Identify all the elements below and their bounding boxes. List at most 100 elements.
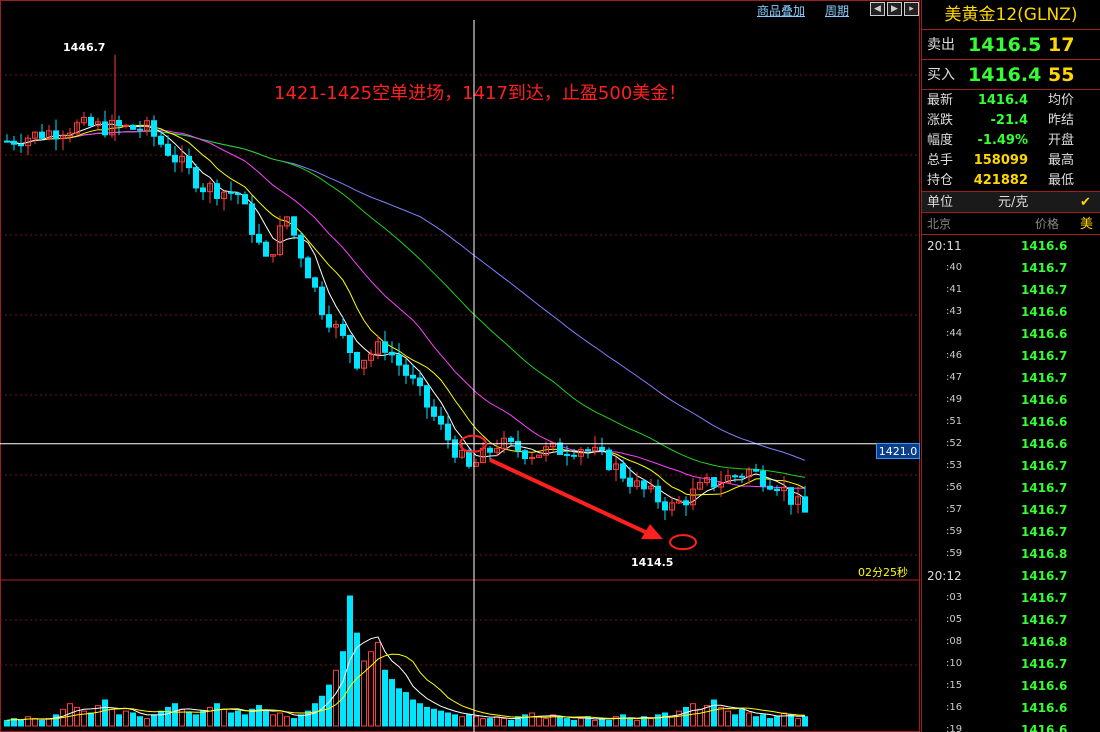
candle-body bbox=[312, 277, 318, 288]
candle-body bbox=[116, 119, 122, 127]
volume-bar bbox=[333, 669, 339, 727]
buy-quote-row: 买入 1416.4 55 bbox=[922, 60, 1100, 90]
volume-bar bbox=[452, 714, 458, 727]
candle-body bbox=[788, 487, 794, 505]
candle-body bbox=[291, 216, 297, 236]
candle-body bbox=[319, 286, 325, 316]
tick-time: :51 bbox=[946, 416, 963, 427]
volume-bar bbox=[774, 716, 780, 727]
volume-bar bbox=[172, 703, 178, 727]
candle-body bbox=[662, 501, 668, 511]
stat-label-2: 开盘 bbox=[1048, 133, 1075, 148]
tick-row: :08 1416.8 bbox=[922, 631, 1100, 653]
candle-body bbox=[11, 140, 17, 145]
bar-countdown: 02分25秒 bbox=[858, 566, 908, 579]
candle-body bbox=[753, 469, 759, 472]
candle-body bbox=[774, 488, 780, 492]
volume-bar bbox=[410, 699, 416, 727]
candle-body bbox=[606, 449, 612, 470]
tick-time: :43 bbox=[946, 306, 963, 317]
volume-bar bbox=[53, 714, 59, 727]
volume-bar bbox=[158, 710, 164, 727]
volume-bar bbox=[627, 718, 633, 727]
tick-price: 1416.6 bbox=[1021, 239, 1068, 253]
tick-time: :19 bbox=[946, 724, 963, 732]
tick-price: 1416.7 bbox=[1021, 349, 1068, 363]
volume-bar bbox=[739, 708, 745, 727]
volume-bar bbox=[522, 714, 528, 727]
tick-row: :59 1416.7 bbox=[922, 521, 1100, 543]
volume-bar bbox=[606, 719, 612, 727]
candle-body bbox=[186, 155, 192, 169]
tick-time: :41 bbox=[946, 284, 963, 295]
candle-body bbox=[347, 334, 353, 353]
volume-bar bbox=[67, 703, 73, 727]
chart-toolbar: 商品叠加 周期 ◀ ▶ ▸ bbox=[0, 0, 920, 20]
tick-row: :15 1416.6 bbox=[922, 675, 1100, 697]
volume-bar bbox=[235, 710, 241, 727]
candle-body bbox=[39, 131, 45, 139]
chart-frame bbox=[0, 0, 920, 732]
candle-body bbox=[389, 351, 395, 356]
tick-time: :59 bbox=[946, 548, 963, 559]
tick-row: :57 1416.7 bbox=[922, 499, 1100, 521]
volume-bar bbox=[508, 719, 514, 727]
overlay-product-link[interactable]: 商品叠加 bbox=[757, 2, 805, 19]
volume-bar bbox=[753, 716, 759, 727]
candle-body bbox=[410, 374, 416, 379]
candle-body bbox=[242, 194, 248, 205]
candle-body bbox=[438, 415, 444, 425]
candle-body bbox=[767, 485, 773, 490]
volume-bar bbox=[725, 710, 731, 727]
crosshair-price-tag: 1421.0 bbox=[876, 443, 920, 459]
candle-body bbox=[445, 423, 451, 441]
candle-body bbox=[620, 463, 626, 479]
volume-bar bbox=[256, 705, 262, 727]
volume-bar bbox=[200, 710, 206, 727]
candle-body bbox=[508, 437, 514, 442]
volume-bar bbox=[396, 688, 402, 727]
tick-price: 1416.7 bbox=[1021, 613, 1068, 627]
tick-row: :10 1416.7 bbox=[922, 653, 1100, 675]
volume-bar bbox=[228, 712, 234, 727]
volume-bar bbox=[536, 716, 542, 727]
tick-price: 1416.8 bbox=[1021, 547, 1068, 561]
volume-bar bbox=[284, 716, 290, 727]
candle-body bbox=[424, 385, 430, 408]
sell-label: 卖出 bbox=[927, 37, 955, 53]
tick-row: :59 1416.8 bbox=[922, 543, 1100, 565]
tick-list[interactable]: 20:11 1416.6:40 1416.7:41 1416.7:43 1416.6:4… bbox=[922, 235, 1100, 732]
tick-time: 20:11 bbox=[927, 239, 962, 253]
stat-row: 涨跌 -21.4 昨结 bbox=[922, 111, 1100, 131]
scroll-back-button[interactable]: ◀ bbox=[870, 2, 885, 16]
candle-body bbox=[732, 475, 738, 478]
unit-value: 元/克 bbox=[998, 195, 1029, 210]
candle-body bbox=[340, 323, 346, 336]
volume-bar bbox=[207, 706, 213, 727]
candle-body bbox=[466, 449, 472, 467]
zoom-button[interactable]: ▸ bbox=[904, 2, 919, 16]
stat-row: 持仓 421882 最低 bbox=[922, 171, 1100, 191]
volume-bar bbox=[242, 714, 248, 727]
candlestick-chart[interactable] bbox=[0, 0, 920, 732]
volume-bar bbox=[732, 714, 738, 727]
tick-price: 1416.6 bbox=[1021, 415, 1068, 429]
tick-time: :47 bbox=[946, 372, 963, 383]
stat-label: 持仓 bbox=[927, 173, 954, 188]
volume-bar bbox=[620, 714, 626, 727]
ma10-line bbox=[6, 124, 806, 496]
candle-body bbox=[18, 143, 24, 147]
volume-bar bbox=[704, 705, 710, 727]
candle-body bbox=[137, 128, 143, 131]
candle-body bbox=[683, 500, 689, 506]
tick-time: 20:12 bbox=[927, 569, 962, 583]
tick-row: :40 1416.7 bbox=[922, 257, 1100, 279]
volume-bar bbox=[368, 651, 374, 727]
buy-price: 1416.4 bbox=[968, 64, 1042, 86]
scroll-forward-button[interactable]: ▶ bbox=[887, 2, 902, 16]
chart-area[interactable]: 商品叠加 周期 ◀ ▶ ▸ 1421-1425空单进场，1417到达，止盈500… bbox=[0, 0, 920, 732]
candle-body bbox=[382, 341, 388, 353]
volume-bar bbox=[746, 712, 752, 727]
tick-time: :40 bbox=[946, 262, 963, 273]
period-link[interactable]: 周期 bbox=[825, 2, 849, 19]
